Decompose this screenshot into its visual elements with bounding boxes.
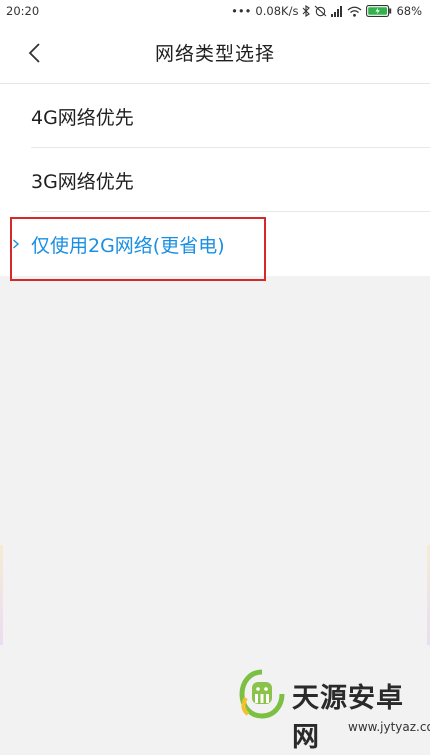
- battery-percent: 68%: [396, 4, 422, 18]
- status-icons: ••• 0.08K/s 68%: [231, 4, 422, 18]
- selected-chevron-icon: [12, 237, 22, 251]
- watermark-url: www.jytyaz.com: [348, 720, 430, 734]
- status-bar: 20:20 ••• 0.08K/s 68%: [0, 0, 430, 22]
- bluetooth-icon: [302, 5, 311, 17]
- header: 网络类型选择: [0, 22, 430, 84]
- network-type-list: 4G网络优先 3G网络优先 仅使用2G网络(更省电): [0, 84, 430, 276]
- watermark-title: 天源安卓网: [292, 683, 404, 753]
- edge-decoration-left: [0, 545, 3, 645]
- battery-icon: [366, 5, 392, 17]
- back-arrow-icon: [28, 42, 40, 63]
- watermark: 天源安卓网 www.jytyaz.com: [230, 662, 430, 755]
- wifi-icon: [347, 6, 362, 17]
- option-label: 4G网络优先: [31, 106, 134, 129]
- status-time: 20:20: [6, 4, 40, 18]
- signal-icon: [331, 5, 343, 17]
- alarm-off-icon: [314, 5, 327, 17]
- option-3g-preferred[interactable]: 3G网络优先: [0, 148, 430, 212]
- android-logo-icon: [239, 669, 285, 719]
- page-title: 网络类型选择: [154, 43, 275, 65]
- back-button[interactable]: [22, 41, 46, 65]
- network-speed: 0.08K/s: [255, 4, 299, 18]
- more-dots-icon: •••: [231, 4, 252, 18]
- option-label: 3G网络优先: [31, 170, 134, 193]
- option-4g-preferred[interactable]: 4G网络优先: [0, 84, 430, 148]
- option-2g-only[interactable]: 仅使用2G网络(更省电): [0, 212, 430, 276]
- option-label: 仅使用2G网络(更省电): [31, 234, 225, 257]
